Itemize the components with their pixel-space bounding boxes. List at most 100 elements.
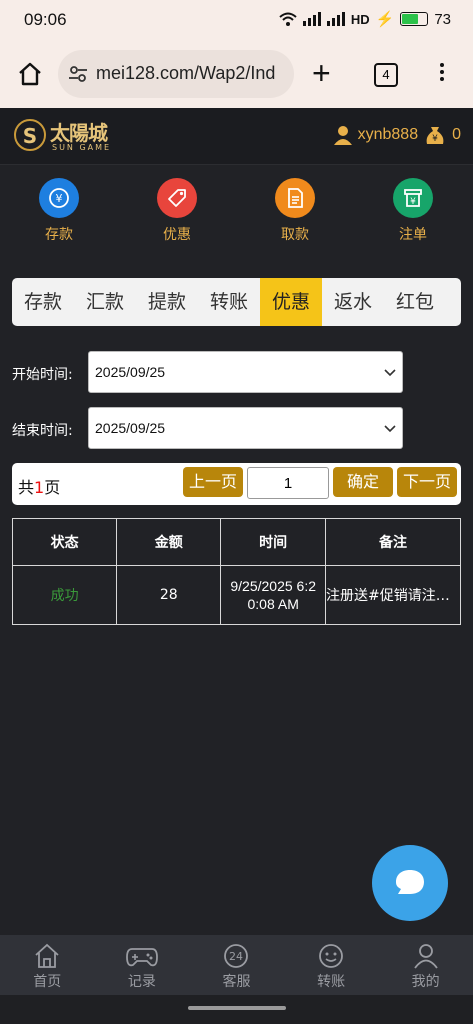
row-time-line1: 9/25/2025 6:2 <box>230 578 316 594</box>
battery-level: 73 <box>434 10 451 28</box>
wifi-icon <box>279 12 297 26</box>
header-status: 状态 <box>11 518 118 566</box>
url-text[interactable]: mei128.com/Wap2/Ind <box>96 63 288 84</box>
row-time: 9/25/2025 6:2 0:08 AM <box>220 565 326 625</box>
nav-support[interactable]: 24 客服 <box>189 935 284 995</box>
signal-icon-2 <box>326 12 345 26</box>
smiley-icon <box>319 944 343 968</box>
record-tabs: 存款 汇款 提款 转账 优惠 返水 红包 <box>12 278 461 326</box>
row-status: 成功 <box>11 565 118 625</box>
nav-transfer-label: 转账 <box>317 974 346 990</box>
tab-deposit[interactable]: 存款 <box>12 278 74 326</box>
page-number-input[interactable]: 1 <box>247 467 329 499</box>
quick-deposit-label: 存款 <box>45 227 73 243</box>
home-icon[interactable] <box>16 60 44 88</box>
status-icons: HD ⚡ 73 <box>279 10 451 28</box>
more-menu-icon[interactable] <box>436 60 448 86</box>
person-icon <box>413 944 438 969</box>
nav-profile-label: 我的 <box>411 974 440 990</box>
tab-red-packet[interactable]: 红包 <box>384 278 446 326</box>
quick-deposit[interactable]: ¥ 存款 <box>19 178 99 244</box>
chevron-down-icon <box>384 425 396 433</box>
gesture-handle[interactable] <box>188 1006 286 1010</box>
nav-support-label: 客服 <box>222 974 251 990</box>
prev-page-button[interactable]: 上一页 <box>183 467 243 497</box>
start-date-select[interactable]: 2025/09/25 <box>88 351 403 393</box>
tab-transfer[interactable]: 转账 <box>198 278 260 326</box>
nav-transfer[interactable]: 转账 <box>284 935 379 995</box>
quick-actions: ¥ 存款 优惠 取款 ¥ 注单 <box>0 164 473 264</box>
quick-bets[interactable]: ¥ 注单 <box>373 178 453 244</box>
confirm-button[interactable]: 确定 <box>333 467 393 497</box>
nav-home-label: 首页 <box>33 974 62 990</box>
chat-bubble-icon <box>396 870 424 894</box>
end-date-value: 2025/09/25 <box>95 420 166 436</box>
status-time: 09:06 <box>24 10 67 29</box>
svg-text:¥: ¥ <box>410 197 416 207</box>
next-page-button[interactable]: 下一页 <box>397 467 457 497</box>
quick-promo[interactable]: 优惠 <box>137 178 217 244</box>
pagination: 共1页 上一页 1 确定 下一页 <box>12 463 461 505</box>
support-24-icon: 24 <box>224 944 249 968</box>
page-total-count: 1 <box>34 478 45 497</box>
battery-icon <box>400 12 429 26</box>
signal-icon <box>302 12 321 26</box>
tab-remit[interactable]: 汇款 <box>74 278 136 326</box>
user-icon[interactable] <box>333 125 352 145</box>
nav-profile[interactable]: 我的 <box>378 935 473 995</box>
row-amount: 28 <box>116 565 222 625</box>
tab-withdraw[interactable]: 提款 <box>136 278 198 326</box>
charging-icon: ⚡ <box>375 11 395 28</box>
tag-icon <box>157 178 197 218</box>
deposit-icon: ¥ <box>39 178 79 218</box>
logo-title: 太陽城 <box>50 121 108 145</box>
bottom-navigation: 首页 记录 24 客服 转账 我的 <box>0 935 473 995</box>
chat-button[interactable] <box>372 845 448 921</box>
page-total-suffix: 页 <box>44 478 61 497</box>
svg-text:24: 24 <box>229 950 243 963</box>
site-settings-icon[interactable] <box>68 64 88 84</box>
gesture-bar <box>0 995 473 1024</box>
money-bag-icon: ¥ <box>426 127 444 144</box>
table-row: 成功 28 9/25/2025 6:2 0:08 AM 注册送#促销请注意... <box>11 565 462 625</box>
start-date-value: 2025/09/25 <box>95 364 166 380</box>
chevron-down-icon <box>384 369 396 377</box>
quick-bets-label: 注单 <box>399 227 427 243</box>
browser-toolbar: mei128.com/Wap2/Ind + 4 <box>0 40 473 108</box>
page-total-prefix: 共 <box>18 478 35 497</box>
header-amount: 金额 <box>116 518 222 566</box>
tab-switcher-button[interactable]: 4 <box>374 63 398 87</box>
new-tab-icon[interactable]: + <box>312 57 331 89</box>
page-total: 共1页 <box>18 474 60 498</box>
tab-rebate[interactable]: 返水 <box>322 278 384 326</box>
nav-home[interactable]: 首页 <box>0 935 95 995</box>
svg-text:¥: ¥ <box>56 192 63 205</box>
quick-withdraw-label: 取款 <box>281 227 309 243</box>
end-date-label: 结束时间: <box>12 423 73 439</box>
quick-withdraw[interactable]: 取款 <box>255 178 335 244</box>
start-date-label: 开始时间: <box>12 367 73 383</box>
gamepad-icon <box>125 948 158 967</box>
document-icon <box>275 178 315 218</box>
network-type: HD <box>350 11 370 27</box>
receipt-icon: ¥ <box>393 178 433 218</box>
username[interactable]: xynb888 <box>358 126 419 144</box>
row-time-line2: 0:08 AM <box>247 596 299 612</box>
header-time: 时间 <box>220 518 326 566</box>
site-header: S 太陽城 SUN GAME xynb888 ¥ 0 <box>0 108 473 165</box>
svg-text:¥: ¥ <box>432 134 438 144</box>
quick-promo-label: 优惠 <box>163 227 191 243</box>
balance: 0 <box>452 126 461 143</box>
address-bar[interactable]: mei128.com/Wap2/Ind <box>58 50 294 98</box>
records-table: 状态 金额 时间 备注 成功 28 9/25/2025 6:2 0:08 AM 注… <box>11 518 462 625</box>
logo-subtitle: SUN GAME <box>52 143 112 152</box>
user-info: xynb888 ¥ 0 <box>333 124 461 146</box>
site-logo[interactable]: S 太陽城 SUN GAME <box>14 117 114 155</box>
tab-promotion[interactable]: 优惠 <box>260 278 322 326</box>
status-bar: 09:06 HD ⚡ 73 <box>0 0 473 40</box>
table-header-row: 状态 金额 时间 备注 <box>11 518 462 566</box>
logo-coin-icon: S <box>14 119 46 151</box>
home-icon <box>35 943 59 968</box>
nav-records[interactable]: 记录 <box>95 935 190 995</box>
end-date-select[interactable]: 2025/09/25 <box>88 407 403 449</box>
